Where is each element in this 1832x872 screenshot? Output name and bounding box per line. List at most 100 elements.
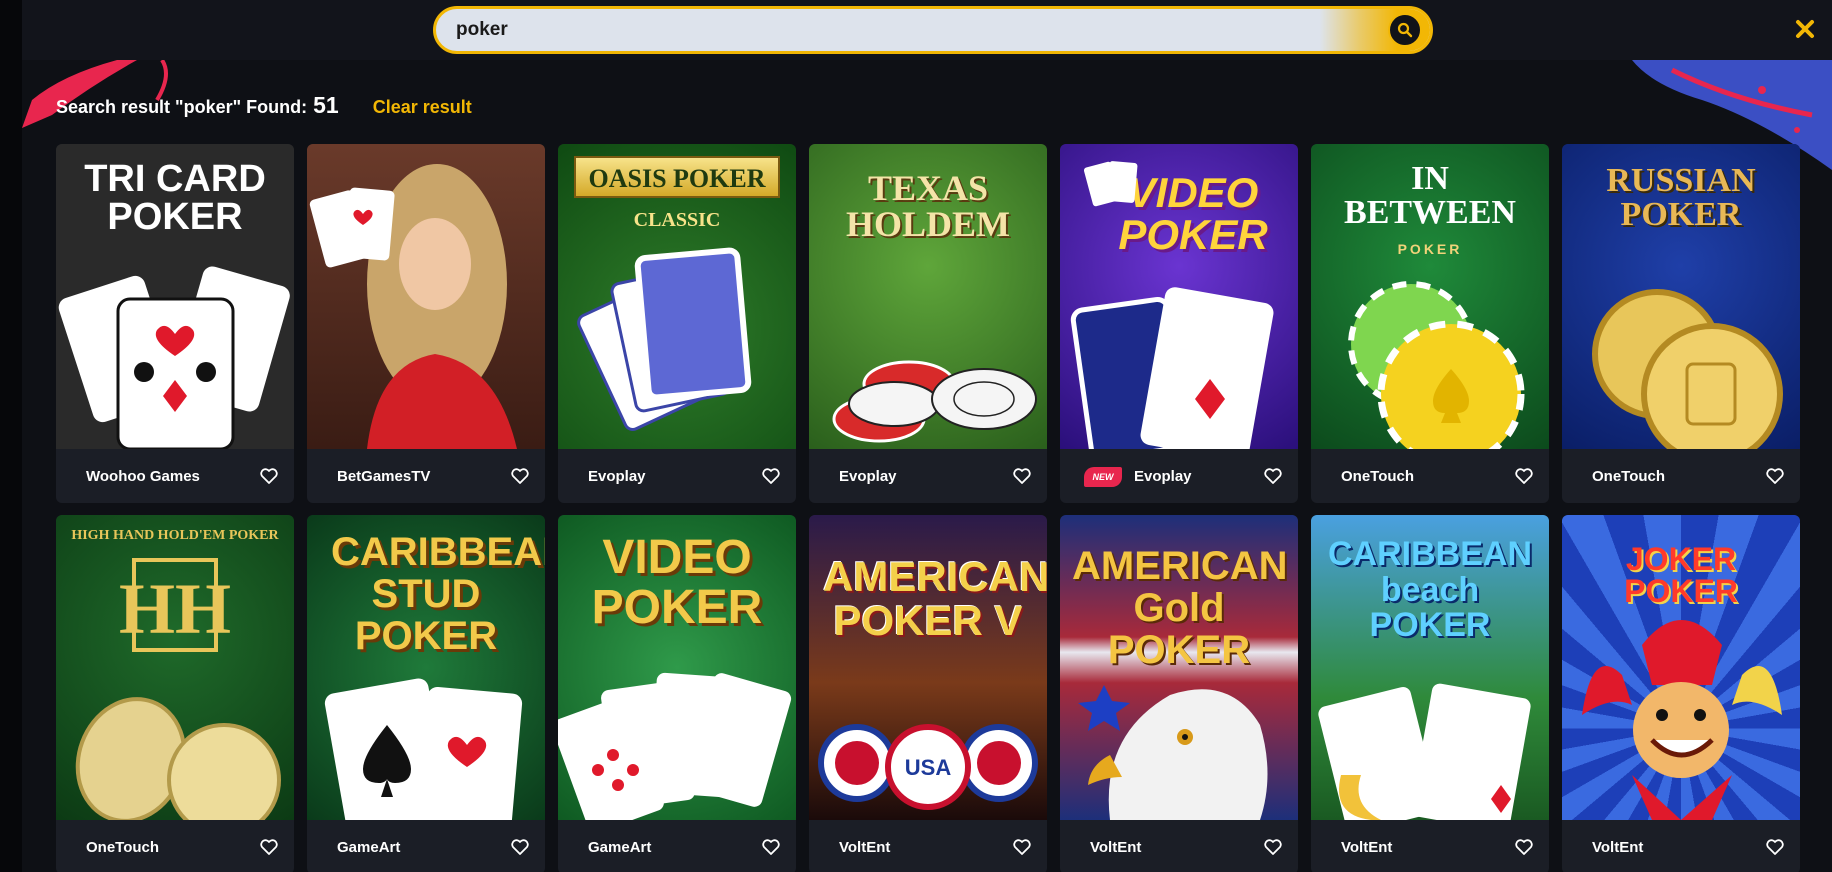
game-card[interactable]: BetGamesTV bbox=[307, 144, 545, 503]
close-icon bbox=[1796, 20, 1814, 38]
game-thumbnail[interactable]: VIDEO POKER bbox=[1060, 144, 1298, 449]
result-count: 51 bbox=[313, 92, 339, 118]
coins-artwork: HH bbox=[75, 558, 281, 820]
chips-artwork bbox=[832, 360, 1037, 443]
chips-artwork bbox=[1348, 281, 1525, 449]
game-provider: BetGamesTV bbox=[337, 467, 431, 485]
game-card-footer: NEW Evoplay bbox=[1060, 449, 1298, 503]
game-provider: Evoplay bbox=[588, 467, 646, 485]
cards-artwork bbox=[1318, 683, 1531, 820]
coins-artwork bbox=[1592, 289, 1783, 449]
heart-icon bbox=[1766, 468, 1784, 484]
favorite-button[interactable] bbox=[1262, 465, 1284, 487]
game-card[interactable]: OASIS POKER CLASSIC Evoplay bbox=[558, 144, 796, 503]
game-card-footer: OneTouch bbox=[1562, 449, 1800, 503]
close-button[interactable] bbox=[1790, 14, 1820, 44]
favorite-button[interactable] bbox=[1764, 465, 1786, 487]
heart-icon bbox=[762, 468, 780, 484]
game-thumbnail[interactable]: AMERICAN POKER V USA bbox=[809, 515, 1047, 820]
game-card[interactable]: IN BETWEEN POKER OneTouch bbox=[1311, 144, 1549, 503]
heart-icon bbox=[511, 468, 529, 484]
new-badge: NEW bbox=[1084, 467, 1122, 487]
svg-text:HH: HH bbox=[119, 569, 231, 649]
game-provider: VoltEnt bbox=[1341, 838, 1393, 856]
heart-icon bbox=[1766, 839, 1784, 855]
game-card[interactable]: HIGH HAND HOLD'EM POKER HH OneTouch bbox=[56, 515, 294, 872]
favorite-button[interactable] bbox=[258, 465, 280, 487]
game-thumbnail[interactable]: TRI CARD POKER bbox=[56, 144, 294, 449]
game-card-footer: Evoplay bbox=[809, 449, 1047, 503]
game-card[interactable]: TRI CARD POKER Woohoo Games bbox=[56, 144, 294, 503]
game-card[interactable]: VIDEO POKER GameArt bbox=[558, 515, 796, 872]
favorite-button[interactable] bbox=[760, 836, 782, 858]
cards-artwork bbox=[577, 247, 752, 431]
favorite-button[interactable] bbox=[509, 836, 531, 858]
heart-icon bbox=[1515, 468, 1533, 484]
cards-artwork bbox=[558, 672, 792, 820]
favorite-button[interactable] bbox=[1262, 836, 1284, 858]
heart-icon bbox=[260, 468, 278, 484]
game-thumbnail[interactable]: HIGH HAND HOLD'EM POKER HH bbox=[56, 515, 294, 820]
search-box bbox=[433, 6, 1433, 54]
heart-icon bbox=[1264, 839, 1282, 855]
search-input[interactable] bbox=[436, 9, 1388, 51]
game-thumbnail[interactable]: OASIS POKER CLASSIC bbox=[558, 144, 796, 449]
game-provider: OneTouch bbox=[1592, 467, 1666, 485]
game-card-footer: OneTouch bbox=[56, 820, 294, 872]
search-button[interactable] bbox=[1388, 13, 1422, 47]
game-card-footer: Woohoo Games bbox=[56, 449, 294, 503]
eagle-artwork bbox=[1078, 685, 1268, 820]
favorite-button[interactable] bbox=[509, 465, 531, 487]
search-header bbox=[22, 0, 1832, 60]
game-card[interactable]: VIDEO POKER NEW Evoplay bbox=[1060, 144, 1298, 503]
game-thumbnail[interactable]: JOKER POKER bbox=[1562, 515, 1800, 820]
game-card[interactable]: AMERICAN POKER V USA VoltEnt bbox=[809, 515, 1047, 872]
favorite-button[interactable] bbox=[1513, 836, 1535, 858]
game-provider: OneTouch bbox=[1341, 467, 1415, 485]
game-grid: TRI CARD POKER Woohoo Games BetGamesTV O… bbox=[56, 144, 1800, 872]
game-card-footer: VoltEnt bbox=[1060, 820, 1298, 872]
game-thumbnail[interactable]: CARIBBEAN beach POKER bbox=[1311, 515, 1549, 820]
cards-artwork bbox=[1070, 161, 1274, 449]
game-card-footer: VoltEnt bbox=[1311, 820, 1549, 872]
game-provider: VoltEnt bbox=[1090, 838, 1142, 856]
cards-artwork bbox=[58, 266, 290, 449]
game-card-footer: VoltEnt bbox=[1562, 820, 1800, 872]
favorite-button[interactable] bbox=[1764, 836, 1786, 858]
game-provider: GameArt bbox=[588, 838, 652, 856]
game-card-footer: OneTouch bbox=[1311, 449, 1549, 503]
cards-artwork bbox=[324, 678, 523, 820]
favorite-button[interactable] bbox=[1011, 465, 1033, 487]
game-card[interactable]: AMERICAN Gold POKER VoltEnt bbox=[1060, 515, 1298, 872]
heart-icon bbox=[260, 839, 278, 855]
chip-label: USA bbox=[905, 755, 952, 780]
game-provider: OneTouch bbox=[86, 838, 160, 856]
game-card[interactable]: JOKER POKER VoltEnt bbox=[1562, 515, 1800, 872]
game-thumbnail[interactable]: AMERICAN Gold POKER bbox=[1060, 515, 1298, 820]
game-thumbnail[interactable]: CARIBBEAN STUD POKER bbox=[307, 515, 545, 820]
game-thumbnail[interactable] bbox=[307, 144, 545, 449]
game-card[interactable]: CARIBBEAN beach POKER VoltEnt bbox=[1311, 515, 1549, 872]
dealer-artwork bbox=[309, 164, 517, 449]
search-icon bbox=[1397, 22, 1413, 38]
clear-result-link[interactable]: Clear result bbox=[373, 97, 472, 118]
game-card-footer: BetGamesTV bbox=[307, 449, 545, 503]
game-card-footer: GameArt bbox=[307, 820, 545, 872]
heart-icon bbox=[762, 839, 780, 855]
heart-icon bbox=[1013, 839, 1031, 855]
game-provider: Evoplay bbox=[839, 467, 897, 485]
favorite-button[interactable] bbox=[760, 465, 782, 487]
game-thumbnail[interactable]: RUSSIAN POKER bbox=[1562, 144, 1800, 449]
chips-artwork: USA bbox=[818, 724, 1038, 810]
game-thumbnail[interactable]: IN BETWEEN POKER bbox=[1311, 144, 1549, 449]
game-card[interactable]: TEXAS HOLDEM Evoplay bbox=[809, 144, 1047, 503]
game-card[interactable]: CARIBBEAN STUD POKER GameArt bbox=[307, 515, 545, 872]
game-card[interactable]: RUSSIAN POKER OneTouch bbox=[1562, 144, 1800, 503]
favorite-button[interactable] bbox=[258, 836, 280, 858]
game-thumbnail[interactable]: TEXAS HOLDEM bbox=[809, 144, 1047, 449]
game-thumbnail[interactable]: VIDEO POKER bbox=[558, 515, 796, 820]
favorite-button[interactable] bbox=[1513, 465, 1535, 487]
joker-artwork bbox=[1582, 620, 1782, 820]
favorite-button[interactable] bbox=[1011, 836, 1033, 858]
game-provider: Evoplay bbox=[1134, 467, 1192, 485]
